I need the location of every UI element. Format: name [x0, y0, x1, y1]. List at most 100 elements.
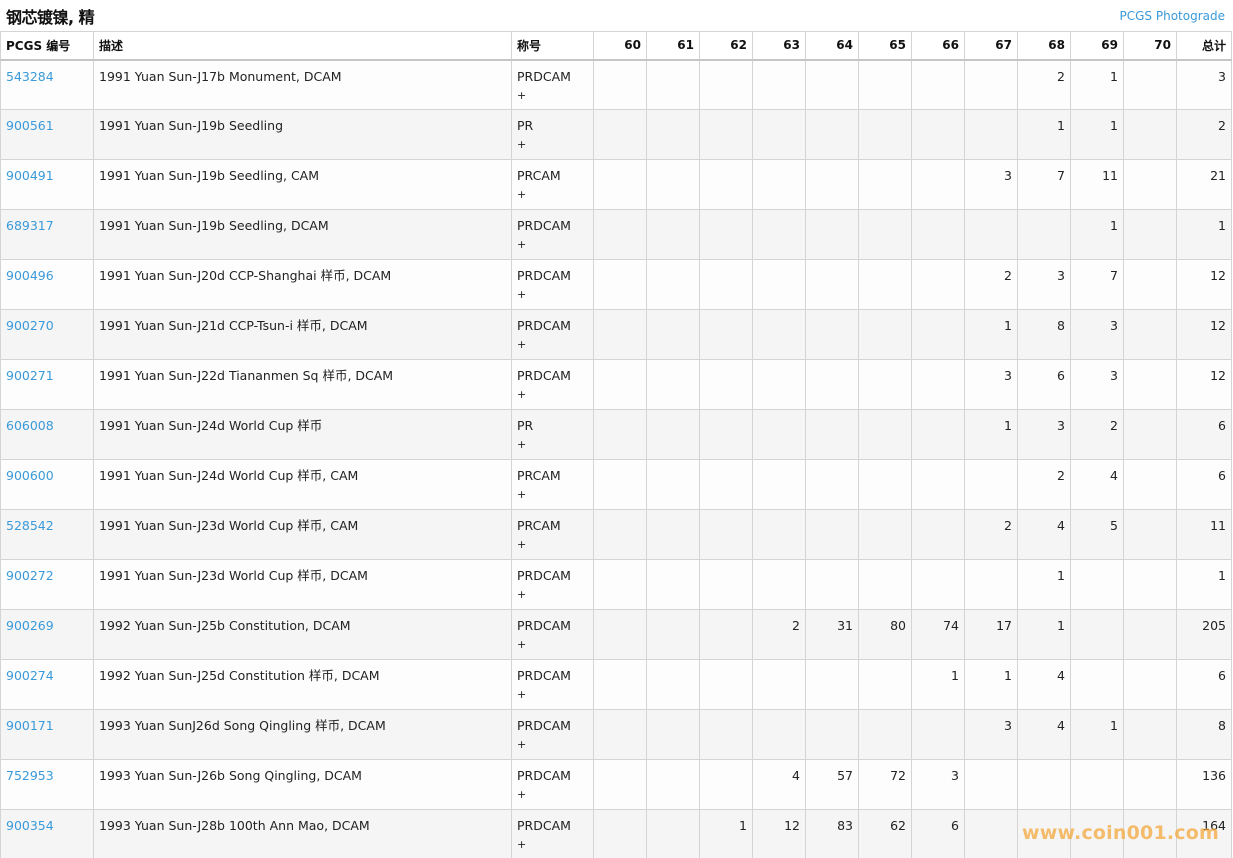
- plus-grade-label[interactable]: +: [517, 589, 588, 601]
- designation-cell: PRDCAM +: [511, 759, 594, 810]
- column-header-grade-60[interactable]: 60: [593, 31, 647, 61]
- grade-count-cell-62: [699, 59, 753, 110]
- pcgs-photograde-link[interactable]: PCGS Photograde: [1120, 9, 1225, 23]
- grade-count-cell-69: 4: [1070, 459, 1124, 510]
- plus-grade-label[interactable]: +: [517, 539, 588, 551]
- plus-grade-label[interactable]: +: [517, 339, 588, 351]
- designation-label: PRDCAM: [517, 68, 571, 84]
- column-header-grade-64[interactable]: 64: [805, 31, 859, 61]
- pcgs-code-cell: 900496: [0, 259, 94, 310]
- grade-count-cell-66: [911, 309, 965, 360]
- grade-count-cell-67: 3: [964, 359, 1018, 410]
- grade-count-cell-68: 2: [1017, 459, 1071, 510]
- grade-count-cell-67: [964, 559, 1018, 610]
- pcgs-code-cell: 900270: [0, 309, 94, 360]
- pcgs-code-link[interactable]: 543284: [6, 69, 54, 84]
- pcgs-code-link[interactable]: 900274: [6, 668, 54, 683]
- grade-count-cell-69: [1070, 559, 1124, 610]
- designation-label: PRDCAM: [517, 668, 571, 683]
- pcgs-code-cell: 900271: [0, 359, 94, 410]
- grade-count-cell-62: [699, 309, 753, 360]
- grade-count-cell-60: [593, 209, 647, 260]
- designation-cell: PRDCAM +: [511, 259, 594, 310]
- pcgs-code-link[interactable]: 900271: [6, 368, 54, 383]
- grade-count-cell-69: 1: [1070, 709, 1124, 760]
- pcgs-code-cell: 543284: [0, 59, 94, 110]
- column-header-grade-66[interactable]: 66: [911, 31, 965, 61]
- column-header-grade-62[interactable]: 62: [699, 31, 753, 61]
- grade-count-cell-66: [911, 509, 965, 560]
- grade-count-cell-60: [593, 559, 647, 610]
- pcgs-code-link[interactable]: 689317: [6, 218, 54, 233]
- pcgs-code-link[interactable]: 900272: [6, 568, 54, 583]
- pcgs-code-link[interactable]: 900561: [6, 118, 54, 133]
- grade-count-cell-70: [1123, 759, 1177, 810]
- grade-count-cell-65: [858, 59, 912, 110]
- plus-grade-label[interactable]: +: [517, 639, 588, 651]
- column-header-designation[interactable]: 称号: [511, 31, 594, 61]
- pcgs-code-link[interactable]: 528542: [6, 518, 54, 533]
- grade-count-cell-65: [858, 209, 912, 260]
- grade-count-cell-60: [593, 409, 647, 460]
- grade-count-cell-69: 3: [1070, 359, 1124, 410]
- plus-grade-label[interactable]: +: [517, 289, 588, 301]
- plus-grade-label[interactable]: +: [517, 239, 588, 251]
- pcgs-code-link[interactable]: 900600: [6, 468, 54, 483]
- grade-count-cell-67: 1: [964, 309, 1018, 360]
- grade-count-cell-69: [1070, 759, 1124, 810]
- pcgs-code-link[interactable]: 606008: [6, 418, 54, 433]
- column-header-grade-70[interactable]: 70: [1123, 31, 1177, 61]
- column-header-grade-63[interactable]: 63: [752, 31, 806, 61]
- column-header-grade-65[interactable]: 65: [858, 31, 912, 61]
- grade-count-cell-67: 17: [964, 609, 1018, 660]
- plus-grade-label[interactable]: +: [517, 789, 588, 801]
- plus-grade-label[interactable]: +: [517, 689, 588, 701]
- grade-count-cell-64: [805, 159, 859, 210]
- plus-grade-label[interactable]: +: [517, 189, 588, 201]
- designation-cell: PRDCAM +: [511, 809, 594, 858]
- column-header-code[interactable]: PCGS 编号: [0, 31, 94, 61]
- plus-grade-label[interactable]: +: [517, 389, 588, 401]
- grade-count-cell-67: 3: [964, 709, 1018, 760]
- table-row: 900171 1993 Yuan SunJ26d Song Qingling 样币…: [0, 709, 1232, 760]
- plus-grade-label[interactable]: +: [517, 89, 588, 102]
- grade-count-cell-70: [1123, 709, 1177, 760]
- pcgs-code-cell: 900171: [0, 709, 94, 760]
- designation-label: PR: [517, 418, 534, 433]
- grade-count-cell-61: [646, 809, 700, 858]
- pcgs-code-link[interactable]: 900171: [6, 718, 54, 733]
- pcgs-code-link[interactable]: 900496: [6, 268, 54, 283]
- column-header-description[interactable]: 描述: [93, 31, 512, 61]
- pcgs-code-link[interactable]: 900269: [6, 618, 54, 633]
- grade-count-cell-60: [593, 809, 647, 858]
- pcgs-code-link[interactable]: 752953: [6, 768, 54, 783]
- column-header-grade-61[interactable]: 61: [646, 31, 700, 61]
- plus-grade-label[interactable]: +: [517, 439, 588, 451]
- grade-count-cell-62: [699, 509, 753, 560]
- column-header-grade-69[interactable]: 69: [1070, 31, 1124, 61]
- column-header-grade-68[interactable]: 68: [1017, 31, 1071, 61]
- pcgs-code-link[interactable]: 900270: [6, 318, 54, 333]
- grade-count-cell-61: [646, 509, 700, 560]
- pcgs-code-link[interactable]: 900491: [6, 168, 54, 183]
- grade-count-cell-60: [593, 159, 647, 210]
- grade-count-cell-70: [1123, 509, 1177, 560]
- description-cell: 1991 Yuan Sun-J24d World Cup 样币: [93, 409, 512, 460]
- total-cell: 12: [1176, 359, 1232, 410]
- grade-count-cell-68: 4: [1017, 659, 1071, 710]
- plus-grade-label[interactable]: +: [517, 489, 588, 501]
- description-cell: 1991 Yuan Sun-J23d World Cup 样币, DCAM: [93, 559, 512, 610]
- total-cell: 1: [1176, 209, 1232, 260]
- plus-grade-label[interactable]: +: [517, 139, 588, 151]
- table-row: 900491 1991 Yuan Sun-J19b Seedling, CAM PR…: [0, 159, 1232, 210]
- grade-count-cell-61: [646, 409, 700, 460]
- grade-count-cell-67: [964, 759, 1018, 810]
- plus-grade-label[interactable]: +: [517, 839, 588, 851]
- plus-grade-label[interactable]: +: [517, 739, 588, 751]
- pcgs-code-link[interactable]: 900354: [6, 818, 54, 833]
- column-header-total[interactable]: 总计: [1176, 31, 1232, 61]
- grade-count-cell-66: [911, 259, 965, 310]
- grade-count-cell-63: [752, 559, 806, 610]
- total-cell: 136: [1176, 759, 1232, 810]
- column-header-grade-67[interactable]: 67: [964, 31, 1018, 61]
